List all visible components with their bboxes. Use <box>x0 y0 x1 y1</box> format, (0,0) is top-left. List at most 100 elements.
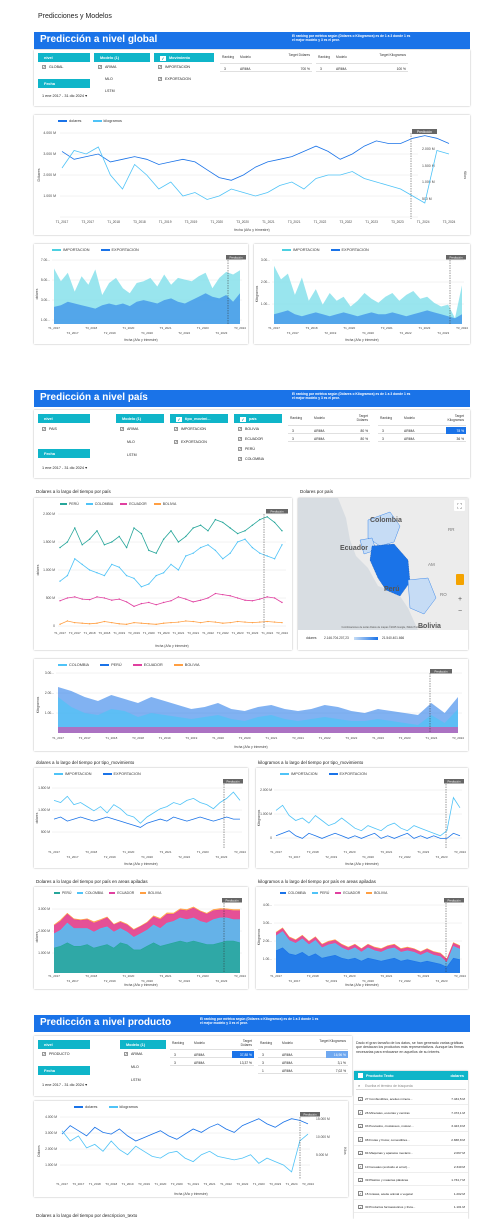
data-point[interactable] <box>251 621 254 624</box>
data-point[interactable] <box>133 605 135 608</box>
data-point[interactable] <box>59 580 61 582</box>
data-point[interactable] <box>88 569 91 571</box>
data-point[interactable] <box>66 574 69 577</box>
data-point[interactable] <box>111 563 113 566</box>
data-point[interactable] <box>199 599 202 601</box>
data-point[interactable] <box>222 622 224 624</box>
data-point[interactable] <box>133 577 135 580</box>
data-point[interactable] <box>59 623 61 626</box>
data-point[interactable] <box>133 621 135 624</box>
data-point[interactable] <box>192 552 194 554</box>
data-point[interactable] <box>155 574 157 577</box>
data-point[interactable] <box>281 601 283 604</box>
global-small-chart-dolares[interactable]: IMPORTACION EXPORTACION 7.00... 5.00... … <box>34 244 248 344</box>
data-point[interactable] <box>185 620 187 622</box>
data-point[interactable] <box>199 621 202 624</box>
data-point[interactable] <box>177 541 180 543</box>
data-point[interactable] <box>88 538 91 540</box>
modelo-option[interactable]: ✓ ARIMA <box>120 427 138 432</box>
list-item[interactable]: ✓ 84 Máquinas y aparatos mecánic... 2.067 … <box>354 1147 468 1159</box>
data-point[interactable] <box>66 620 69 622</box>
series-line-exportacion[interactable] <box>275 830 461 839</box>
data-point[interactable] <box>118 623 120 625</box>
pais-option[interactable]: ✓ COLOMBIA <box>238 457 264 462</box>
nivel-option[interactable]: ✓ PAIS <box>42 427 57 432</box>
data-point[interactable] <box>266 516 268 518</box>
data-point[interactable] <box>88 623 91 625</box>
data-point[interactable] <box>81 544 83 546</box>
data-point[interactable] <box>177 621 180 623</box>
data-point[interactable] <box>88 598 91 601</box>
data-point[interactable] <box>74 558 76 560</box>
data-point[interactable] <box>59 600 61 602</box>
data-point[interactable] <box>118 535 120 538</box>
data-point[interactable] <box>103 574 106 577</box>
data-point[interactable] <box>111 621 113 624</box>
data-point[interactable] <box>162 601 165 604</box>
item-checkbox[interactable]: ✓ <box>358 1123 363 1128</box>
data-point[interactable] <box>81 598 83 600</box>
data-point[interactable] <box>273 597 276 599</box>
data-point[interactable] <box>251 546 254 549</box>
data-point[interactable] <box>96 596 98 598</box>
data-point[interactable] <box>185 598 187 600</box>
movimiento-filter[interactable]: Movimiento <box>154 53 214 62</box>
item-checkbox[interactable]: ✓ <box>358 1204 363 1209</box>
data-point[interactable] <box>155 623 157 626</box>
data-point[interactable] <box>214 518 217 521</box>
nivel-filter[interactable]: nivel <box>38 414 90 423</box>
modelo-option[interactable]: MLO <box>127 440 135 444</box>
data-point[interactable] <box>140 532 143 535</box>
pais-option[interactable]: ✓ BOLIVIA <box>238 427 259 432</box>
pais-filter[interactable]: país <box>234 414 282 423</box>
pais-map[interactable]: Colombia Ecuador Perú Bolivia RR AM RO ⛶… <box>298 498 468 650</box>
data-point[interactable] <box>214 592 217 595</box>
data-point[interactable] <box>148 549 150 552</box>
data-point[interactable] <box>148 623 150 625</box>
modelo-option[interactable]: LSTM <box>127 453 137 457</box>
data-point[interactable] <box>118 598 120 600</box>
data-point[interactable] <box>281 621 283 624</box>
pais-option[interactable]: ✓ ECUADOR <box>238 437 263 442</box>
data-point[interactable] <box>170 600 172 602</box>
zoom-out-icon[interactable]: − <box>458 608 462 615</box>
date-range-select[interactable]: 1 ene 2017 - 31 dic 2024 ▾ <box>42 93 87 98</box>
data-point[interactable] <box>229 621 231 624</box>
data-point[interactable] <box>170 563 172 566</box>
table-row[interactable]: 3 ARIMA 13,37 % <box>170 1059 254 1066</box>
series-line-dolares[interactable] <box>61 1118 309 1142</box>
data-point[interactable] <box>59 546 61 549</box>
search-input[interactable]: Escriba el término de búsqueda <box>365 1084 413 1088</box>
data-point[interactable] <box>118 566 120 568</box>
data-point[interactable] <box>125 546 128 549</box>
zoom-in-icon[interactable]: + <box>458 596 462 603</box>
data-point[interactable] <box>214 549 217 552</box>
data-point[interactable] <box>185 535 187 538</box>
data-point[interactable] <box>199 524 202 526</box>
data-point[interactable] <box>125 601 128 603</box>
modelo-option[interactable]: LSTM <box>105 89 115 93</box>
data-point[interactable] <box>192 527 194 529</box>
date-range-select[interactable]: 1 ene 2017 - 31 dic 2024 ▾ <box>42 465 87 470</box>
area-ecuador[interactable] <box>58 727 458 733</box>
data-point[interactable] <box>259 518 261 521</box>
data-point[interactable] <box>148 601 150 604</box>
list-item[interactable]: ✓ 27 Combustibles, aceites minera... 7.434… <box>354 1093 468 1105</box>
list-item[interactable]: ✓ 26 Minerales, escorias y cenizas 7.473,1… <box>354 1107 468 1119</box>
data-point[interactable] <box>273 521 276 524</box>
list-item[interactable]: ✓ 15 Grasas, aceite animal o vegetal 1.202… <box>354 1188 468 1200</box>
modelo-option[interactable]: ✓ ARIMA <box>124 1052 142 1057</box>
modelo-option[interactable]: MLO <box>131 1065 139 1069</box>
series-line-ecuador[interactable] <box>59 593 283 607</box>
list-item[interactable]: ✓ 08 Frutas y frutos; comestibles... 2.838… <box>354 1134 468 1146</box>
data-point[interactable] <box>236 532 239 535</box>
data-point[interactable] <box>236 597 239 599</box>
fecha-filter[interactable]: Fecha <box>38 79 90 88</box>
series-line-dolares[interactable] <box>61 135 450 181</box>
data-point[interactable] <box>140 622 143 624</box>
series-line-importacion[interactable] <box>53 791 241 824</box>
movimiento-option[interactable]: ✓ IMPORTACION <box>158 65 190 70</box>
data-point[interactable] <box>251 524 254 526</box>
pegman-button[interactable] <box>456 574 464 585</box>
data-point[interactable] <box>207 530 209 532</box>
